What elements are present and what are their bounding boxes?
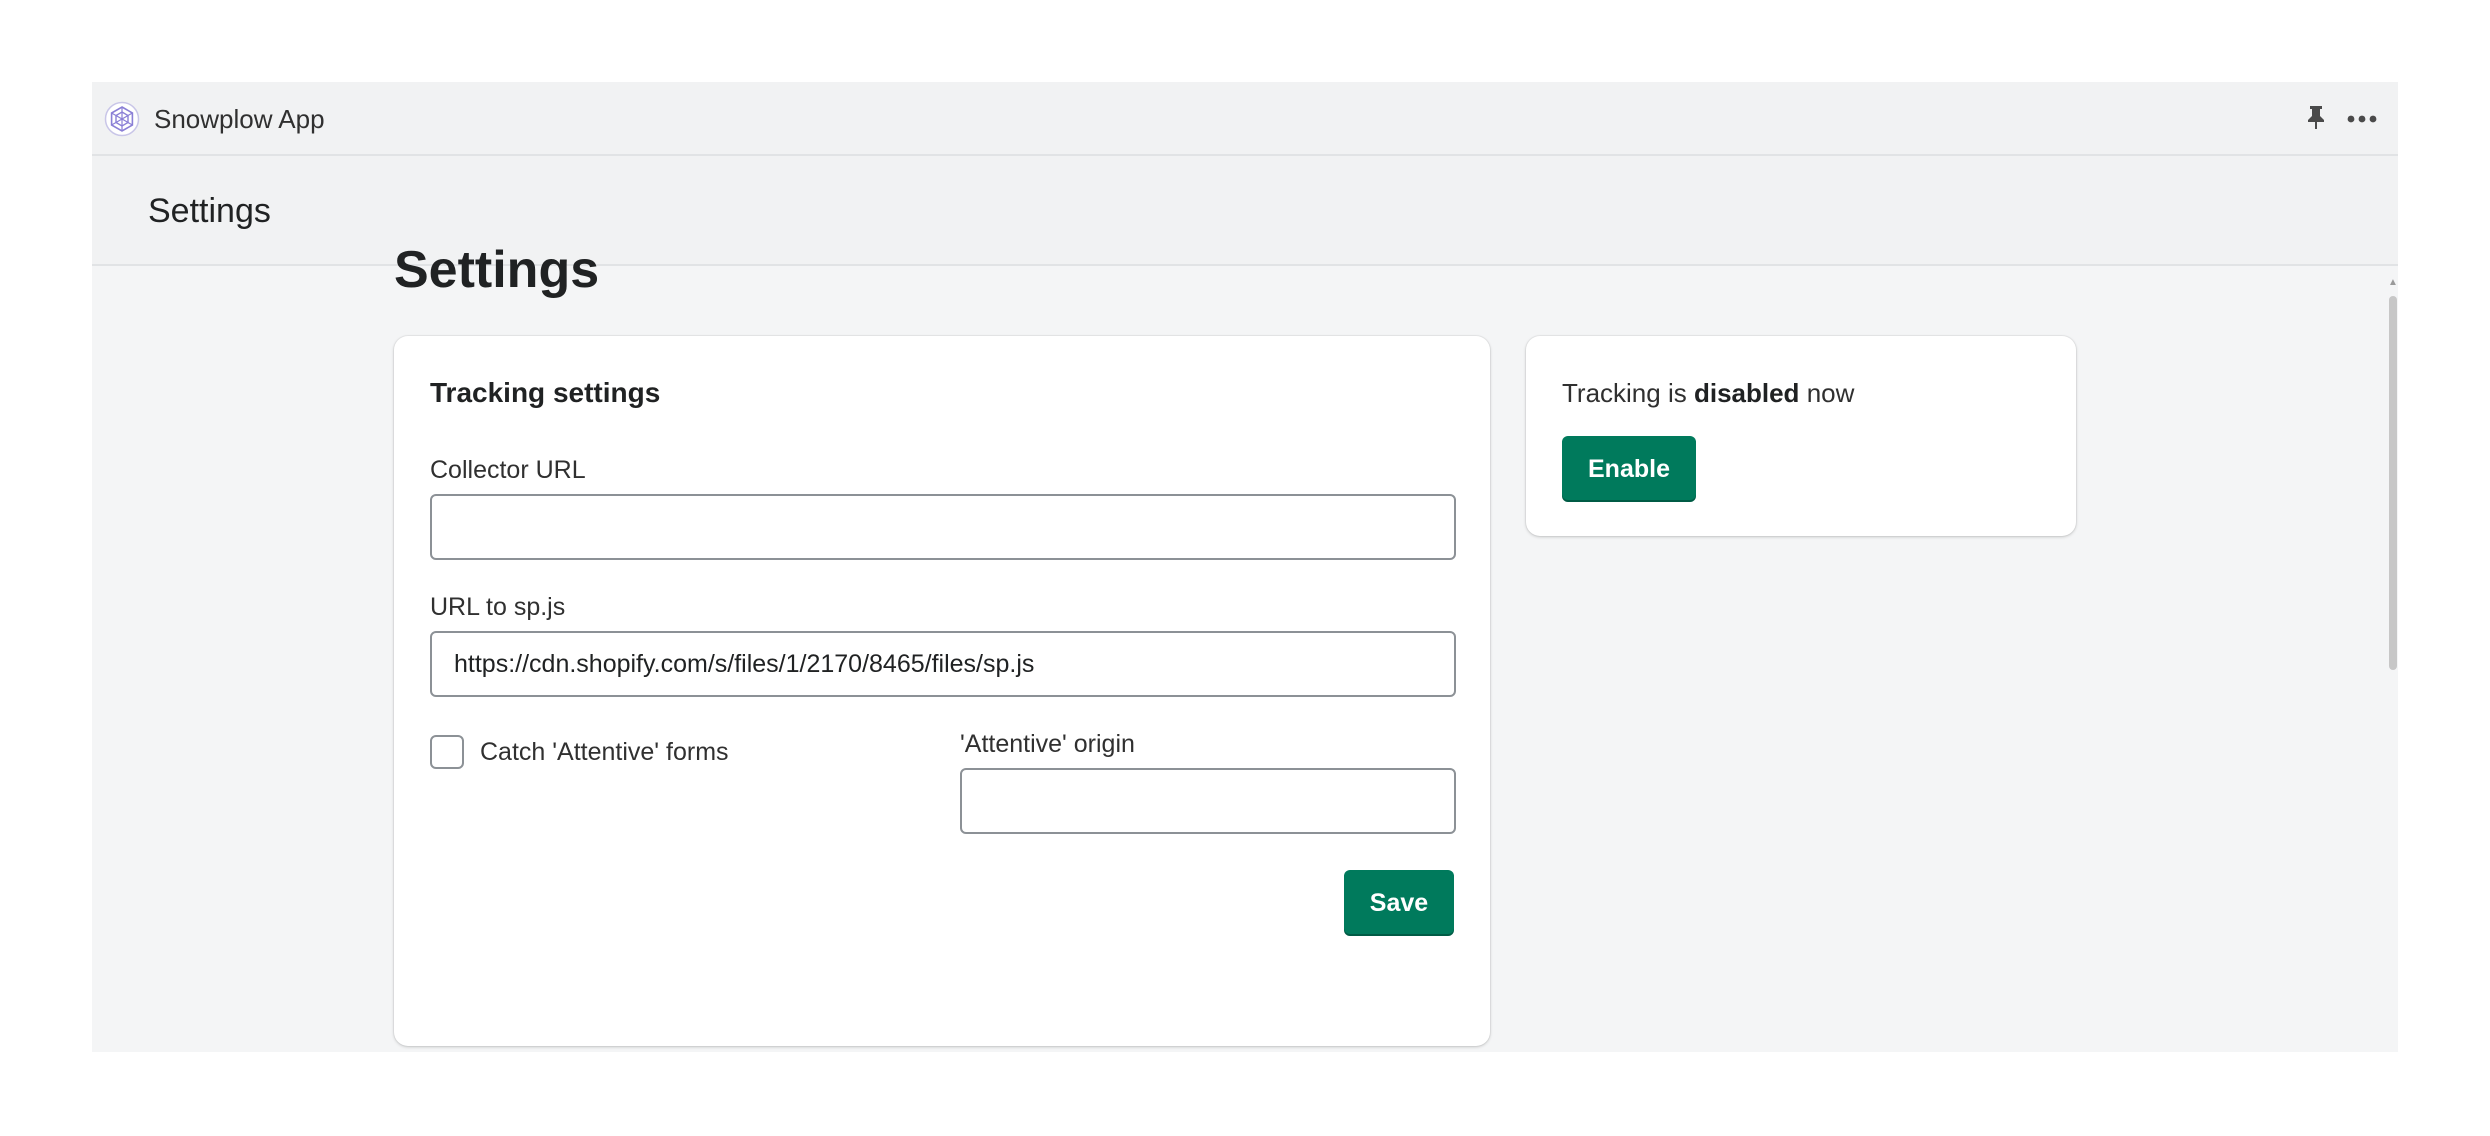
- collector-url-label: Collector URL: [430, 456, 586, 484]
- pin-icon[interactable]: [2301, 102, 2331, 132]
- attentive-origin-label: 'Attentive' origin: [960, 730, 1135, 758]
- app-frame: Snowplow App Settings ▲ Settings Trackin…: [92, 82, 2398, 1052]
- card-title: Tracking settings: [430, 377, 661, 408]
- tracking-status-card: Tracking is disabled now Enable: [1526, 336, 2076, 536]
- enable-button[interactable]: Enable: [1562, 436, 1696, 502]
- page-heading: Settings: [394, 241, 600, 299]
- app-title: Settings: [148, 192, 271, 230]
- sp-js-url-input[interactable]: [430, 631, 1456, 697]
- app-topbar: Snowplow App: [92, 82, 2398, 156]
- app-name: Snowplow App: [154, 104, 325, 134]
- scrollbar-thumb[interactable]: [2389, 296, 2397, 670]
- tracking-status-text: Tracking is disabled now: [1562, 376, 1854, 410]
- scroll-up-arrow-icon[interactable]: ▲: [2388, 278, 2398, 288]
- sp-js-url-label: URL to sp.js: [430, 593, 566, 621]
- catch-attentive-checkbox[interactable]: [430, 735, 464, 769]
- attentive-origin-input[interactable]: [960, 768, 1456, 834]
- status-prefix: Tracking is: [1562, 378, 1687, 408]
- collector-url-input[interactable]: [430, 494, 1456, 560]
- tracking-settings-card: Tracking settings Collector URL URL to s…: [394, 336, 1490, 1046]
- snowplow-hexagon-logo-icon: [104, 101, 140, 137]
- status-value: disabled: [1693, 378, 1800, 408]
- more-horizontal-icon[interactable]: [2344, 104, 2380, 134]
- save-button[interactable]: Save: [1344, 870, 1454, 936]
- status-suffix: now: [1806, 378, 1855, 408]
- catch-attentive-label[interactable]: Catch 'Attentive' forms: [480, 736, 729, 768]
